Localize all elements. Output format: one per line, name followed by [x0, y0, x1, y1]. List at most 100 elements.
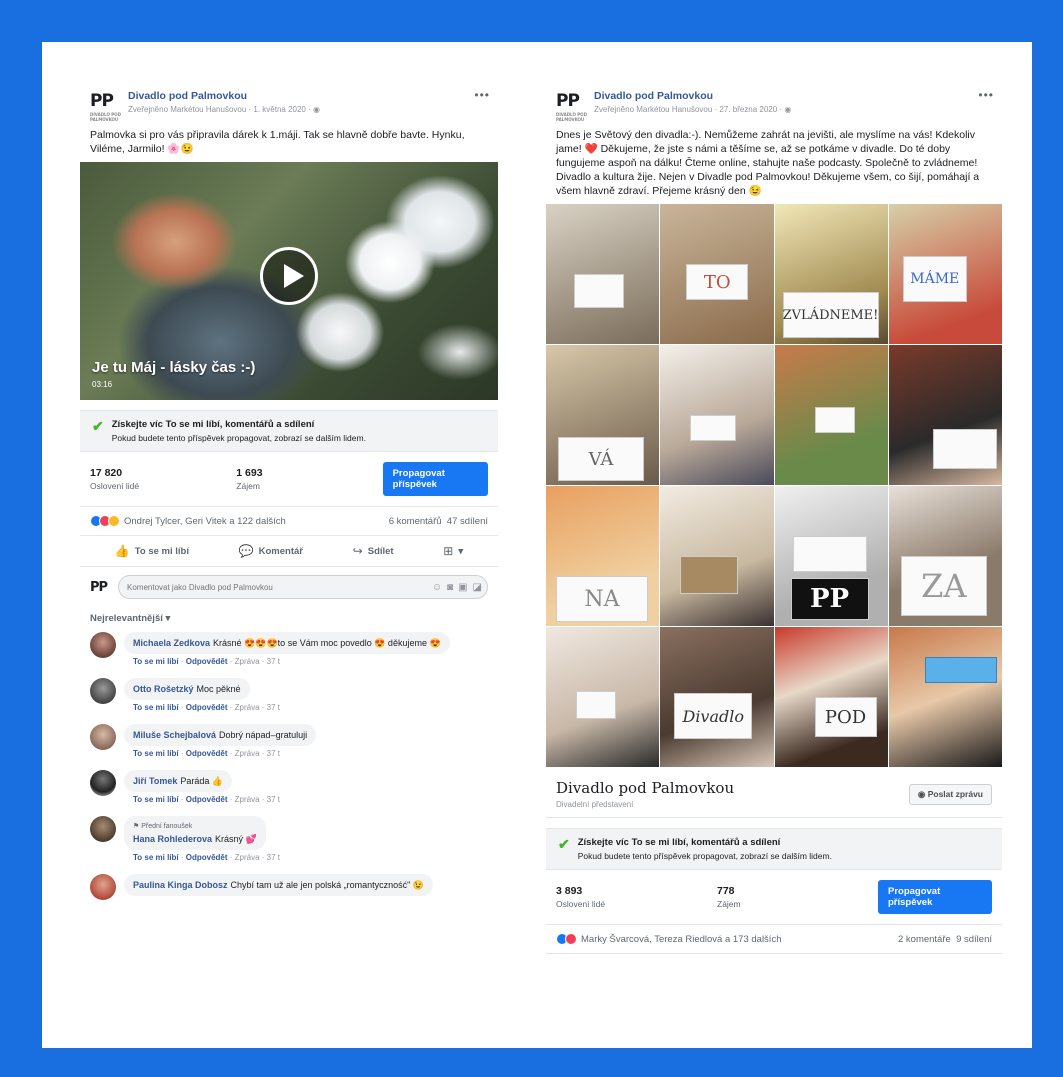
send-message-button[interactable]: ◉ Poslat zprávu [908, 783, 992, 805]
page-card: Divadlo pod Palmovkou Divadelní představ… [546, 767, 1002, 818]
sticker-icon[interactable]: ◪ [473, 582, 482, 593]
gif-icon[interactable]: ▣ [458, 582, 467, 593]
engagement-stat[interactable]: 778 Zájem [717, 885, 878, 909]
insights-row: 17 820 Oslovení lidé 1 693 Zájem Propago… [80, 452, 498, 507]
avatar[interactable] [90, 816, 116, 842]
photo-tile[interactable]: VÁ [546, 345, 660, 485]
reactions-summary[interactable]: Marky Švarcová, Tereza Riedlová a 173 da… [546, 925, 1002, 954]
video-player[interactable]: Je tu Máj - lásky čas :-) 03:16 [80, 162, 498, 400]
reactions-names[interactable]: Marky Švarcová, Tereza Riedlová a 173 da… [581, 934, 781, 945]
promo-subtitle: Pokud budete tento příspěvek propagovat,… [577, 851, 832, 861]
photo-tile[interactable]: ZVLÁDNEME! [774, 204, 888, 344]
engagement-number: 778 [717, 885, 735, 897]
photo-sign: MÁME [902, 256, 967, 302]
page-card-name[interactable]: Divadlo pod Palmovkou [556, 779, 734, 797]
more-options-icon[interactable]: ••• [474, 88, 490, 102]
photo-collage[interactable]: TO ZVLÁDNEME! MÁME VÁ NA PP ZA Divadlo P… [546, 204, 1002, 767]
comment-reply-link[interactable]: Odpovědět [186, 703, 228, 712]
comment-author[interactable]: Michaela Zedkova [133, 638, 210, 648]
comment-meta: · Zpráva · 37 t [229, 853, 281, 862]
avatar[interactable] [90, 678, 116, 704]
photo-tile[interactable]: Divadlo [660, 627, 774, 767]
more-options-icon[interactable]: ••• [978, 88, 994, 102]
comment-reply-link[interactable]: Odpovědět [186, 853, 228, 862]
photo-tile[interactable] [546, 627, 660, 767]
promote-post-button[interactable]: Propagovat příspěvek [382, 462, 489, 496]
comment-actions: To se mi líbí · Odpovědět · Zpráva · 37 … [133, 749, 281, 758]
comment-like-link[interactable]: To se mi líbí [133, 749, 179, 758]
photo-tile[interactable] [774, 345, 888, 485]
engagement-label: Zájem [717, 899, 741, 909]
insights-row: 3 893 Oslovení lidé 778 Zájem Propagovat… [546, 870, 1002, 925]
photo-tile[interactable] [888, 627, 1002, 767]
comment-actions: To se mi líbí · Odpovědět · Zpráva · 37 … [133, 703, 281, 712]
messenger-icon: ◉ [917, 788, 926, 799]
reactions-summary[interactable]: Ondrej Tylcer, Geri Vitek a 122 dalších … [80, 507, 498, 536]
photo-tile[interactable] [660, 345, 774, 485]
photo-tile[interactable]: MÁME [888, 204, 1002, 344]
photo-sign [792, 536, 867, 572]
share-button[interactable]: ↪ Sdílet [353, 544, 394, 558]
comment-item: Miluše Schejbalová Dobrý nápad–gratuluji … [80, 724, 498, 758]
comment-sort-dropdown[interactable]: Nejrelevantnější ▾ [80, 607, 498, 632]
camera-icon[interactable]: ◙ [447, 582, 453, 593]
reach-stat[interactable]: 3 893 Oslovení lidé [556, 885, 717, 909]
promote-post-button[interactable]: Propagovat příspěvek [878, 880, 993, 914]
audience-selector[interactable]: ⊞ ▾ [443, 544, 463, 558]
photo-tile[interactable]: ZA [888, 486, 1002, 626]
comment-like-link[interactable]: To se mi líbí [133, 657, 179, 666]
engagement-stat[interactable]: 1 693 Zájem [236, 467, 382, 491]
emoji-icon[interactable]: ☺ [432, 582, 442, 593]
photo-tile[interactable] [660, 486, 774, 626]
comment-author[interactable]: Otto Rošetzký [133, 684, 194, 694]
page-name-link[interactable]: Divadlo pod Palmovkou [594, 90, 791, 102]
comments-count[interactable]: 2 komentáře [898, 934, 951, 945]
comment-author[interactable]: Hana Rohlederova [133, 834, 212, 844]
comment-author[interactable]: Jiří Tomek [133, 776, 177, 786]
speech-bubble-icon: 💬 [238, 544, 254, 558]
comments-list: Michaela Zedkova Krásné 😍😍😍to se Vám moc … [80, 632, 498, 900]
comment-label: Komentář [258, 545, 303, 557]
comment-bubble: Michaela Zedkova Krásné 😍😍😍to se Vám moc … [124, 632, 450, 654]
comment-actions: To se mi líbí · Odpovědět · Zpráva · 37 … [133, 795, 281, 804]
comment-like-link[interactable]: To se mi líbí [133, 795, 179, 804]
avatar[interactable] [90, 632, 116, 658]
photo-tile[interactable]: NA [546, 486, 660, 626]
page-logo-icon[interactable]: PP DIVADLO POD PALMOVKOU [90, 90, 124, 122]
photo-sign [932, 429, 997, 469]
comment-bubble: Jiří Tomek Paráda 👍 [124, 770, 233, 792]
avatar[interactable] [90, 724, 116, 750]
comment-button[interactable]: 💬 Komentář [239, 544, 303, 558]
photo-tile[interactable]: PP [774, 486, 888, 626]
comment-author[interactable]: Miluše Schejbalová [133, 730, 216, 740]
avatar[interactable] [90, 874, 116, 900]
photo-tile[interactable]: POD [774, 627, 888, 767]
comment-reply-link[interactable]: Odpovědět [186, 795, 228, 804]
globe-icon: ◉ [313, 105, 320, 114]
comment-like-link[interactable]: To se mi líbí [133, 703, 179, 712]
wow-reaction-icon [108, 515, 120, 527]
like-label: To se mi líbí [134, 545, 189, 557]
comment-reply-link[interactable]: Odpovědět [186, 657, 228, 666]
reactions-names[interactable]: Ondrej Tylcer, Geri Vitek a 122 dalších [124, 516, 286, 527]
reach-stat[interactable]: 17 820 Oslovení lidé [90, 467, 236, 491]
composer-icons: ☺ ◙ ▣ ◪ [432, 582, 482, 593]
comment-like-link[interactable]: To se mi líbí [133, 853, 179, 862]
photo-tile[interactable] [888, 345, 1002, 485]
comment-author[interactable]: Paulina Kinga Dobosz [133, 880, 228, 890]
promo-subtitle: Pokud budete tento příspěvek propagovat,… [111, 433, 366, 443]
play-icon[interactable] [260, 247, 318, 305]
comments-count[interactable]: 6 komentářů [389, 516, 442, 527]
photo-tile[interactable]: TO [660, 204, 774, 344]
photo-sign: ZA [900, 556, 987, 616]
avatar[interactable] [90, 770, 116, 796]
photo-tile[interactable] [546, 204, 660, 344]
page-logo-icon[interactable]: PP DIVADLO POD PALMOVKOU [556, 90, 590, 122]
shares-count[interactable]: 9 sdílení [956, 934, 992, 945]
shares-count[interactable]: 47 sdílení [447, 516, 488, 527]
comment-reply-link[interactable]: Odpovědět [186, 749, 228, 758]
like-button[interactable]: 👍 To se mi líbí [115, 544, 189, 558]
page-name-link[interactable]: Divadlo pod Palmovkou [128, 90, 320, 102]
globe-icon: ◉ [784, 105, 792, 114]
check-icon: ✔ [558, 836, 570, 852]
